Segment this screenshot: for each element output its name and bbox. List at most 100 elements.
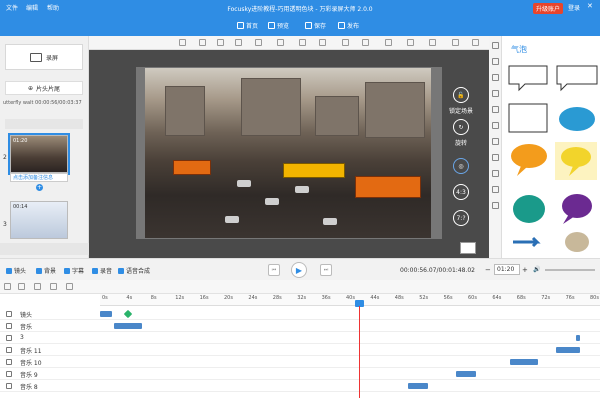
city-photo	[145, 68, 431, 238]
login-link[interactable]: 登录	[568, 3, 580, 12]
timeline-track[interactable]: 音乐 10	[0, 356, 600, 368]
timeline-clip[interactable]	[556, 347, 580, 353]
timeline-clip[interactable]	[100, 311, 112, 317]
prev-button[interactable]: ⏮	[268, 264, 280, 276]
zoom-input[interactable]: 01:20	[494, 264, 520, 275]
add-icon[interactable]	[18, 283, 25, 290]
music-icon[interactable]	[492, 154, 499, 161]
close-icon[interactable]: ✕	[587, 2, 593, 10]
align-icon[interactable]	[407, 39, 414, 46]
bubble-gallery	[508, 65, 598, 252]
cut-icon[interactable]	[34, 283, 41, 290]
align-icon[interactable]	[362, 39, 369, 46]
intro-outro-button[interactable]: ⊕ 片头片尾	[5, 81, 83, 95]
timeline-clip[interactable]	[456, 371, 476, 377]
scene-thumbnail[interactable]: 00:14	[10, 201, 68, 239]
time-ruler[interactable]: 0s 4s 8s 12s 16s 20s 24s 28s 32s 36s 40s 44s 48s 52s 5…	[100, 294, 600, 306]
delete-icon[interactable]	[66, 283, 73, 290]
timeline-track[interactable]: 3	[0, 332, 600, 344]
redo-icon[interactable]	[472, 39, 479, 46]
video-icon[interactable]	[492, 170, 499, 177]
align-icon[interactable]	[217, 39, 224, 46]
link-icon[interactable]	[492, 122, 499, 129]
ruler-tick: 28s	[272, 295, 282, 301]
image-icon[interactable]	[492, 90, 499, 97]
speech-bubble[interactable]	[565, 232, 589, 252]
volume-slider[interactable]	[545, 269, 595, 271]
ruler-tick: 76s	[565, 295, 575, 301]
more-icon[interactable]	[492, 202, 499, 209]
record-button[interactable]: 录屏	[5, 44, 83, 70]
save-button[interactable]: 保存	[305, 19, 326, 31]
upgrade-button[interactable]: 升级账户	[533, 3, 564, 14]
track-name: 音乐 9	[20, 372, 38, 379]
timeline-track[interactable]: 音乐 9	[0, 368, 600, 380]
speech-bubble[interactable]	[513, 195, 545, 223]
speech-bubble[interactable]	[508, 103, 548, 133]
speech-bubble[interactable]	[555, 142, 597, 180]
scene-thumbnail[interactable]: 01:20	[8, 133, 70, 175]
filter-icon[interactable]	[4, 283, 11, 290]
next-button[interactable]: ⏭	[320, 264, 332, 276]
align-icon[interactable]	[429, 39, 436, 46]
speech-bubble[interactable]	[511, 144, 547, 176]
music-icon	[6, 347, 12, 353]
playhead[interactable]	[359, 306, 360, 398]
align-icon[interactable]	[342, 39, 349, 46]
font-icon[interactable]	[492, 106, 499, 113]
timeline-track[interactable]: 镜头	[0, 308, 600, 320]
tab-subtitle[interactable]: 字幕	[64, 266, 84, 275]
speech-bubble[interactable]	[559, 107, 595, 131]
rotate-icon[interactable]: ↻	[453, 119, 469, 135]
play-button[interactable]: ▶	[291, 262, 307, 278]
zoom-in-button[interactable]: +	[522, 266, 528, 274]
lock-scene-label: 锁定场景	[448, 108, 473, 115]
arrow-bubble[interactable]	[513, 236, 541, 248]
scene-stage[interactable]	[136, 67, 442, 239]
undo-icon[interactable]	[452, 39, 459, 46]
timeline-track[interactable]: 音乐	[0, 320, 600, 332]
align-icon[interactable]	[199, 39, 206, 46]
timeline-track[interactable]: 音乐 8	[0, 380, 600, 392]
speech-bubble[interactable]	[562, 194, 592, 224]
tab-background[interactable]: 背景	[36, 266, 56, 275]
lock-icon[interactable]: 🔓	[453, 87, 469, 103]
tab-record-audio[interactable]: 录音	[92, 266, 112, 275]
add-scene-button[interactable]: +	[36, 184, 43, 191]
copy-icon[interactable]	[50, 283, 57, 290]
align-icon[interactable]	[319, 39, 326, 46]
speech-bubble[interactable]	[508, 65, 548, 92]
zoom-out-button[interactable]: −	[485, 266, 491, 274]
ruler-tick: 40s	[346, 295, 355, 301]
tab-tts[interactable]: 语音合成	[118, 266, 150, 275]
settings-icon[interactable]: ◎	[453, 158, 469, 174]
home-button[interactable]: 首页	[237, 19, 258, 31]
timeline-track[interactable]: 音乐 11	[0, 344, 600, 356]
tag-icon[interactable]	[492, 58, 499, 65]
ratio-4-3-button[interactable]: 4:3	[453, 184, 469, 200]
align-icon[interactable]	[277, 39, 284, 46]
shape-icon[interactable]	[492, 74, 499, 81]
tts-icon	[118, 267, 124, 274]
align-icon[interactable]	[299, 39, 306, 46]
align-icon[interactable]	[235, 39, 242, 46]
preview-button[interactable]: 预览	[268, 19, 289, 31]
speech-bubble[interactable]	[556, 65, 598, 92]
align-icon[interactable]	[385, 39, 392, 46]
ratio-custom-button[interactable]: 7:?	[453, 210, 469, 226]
timeline-clip[interactable]	[408, 383, 428, 389]
globe-icon[interactable]	[492, 186, 499, 193]
text-icon[interactable]	[492, 42, 499, 49]
timeline-clip[interactable]	[576, 335, 580, 341]
volume-icon[interactable]: 🔊	[533, 266, 540, 273]
minimap[interactable]	[460, 242, 476, 254]
align-icon[interactable]	[255, 39, 262, 46]
scene-note-input[interactable]: 点击添加备注信息	[10, 173, 68, 182]
publish-button[interactable]: 发布	[338, 19, 359, 31]
timeline-clip[interactable]	[114, 323, 142, 329]
timeline-clip[interactable]	[123, 309, 133, 319]
timeline-clip[interactable]	[510, 359, 538, 365]
folder-icon[interactable]	[492, 138, 499, 145]
align-icon[interactable]	[179, 39, 186, 46]
tab-camera[interactable]: 镜头	[6, 266, 26, 275]
